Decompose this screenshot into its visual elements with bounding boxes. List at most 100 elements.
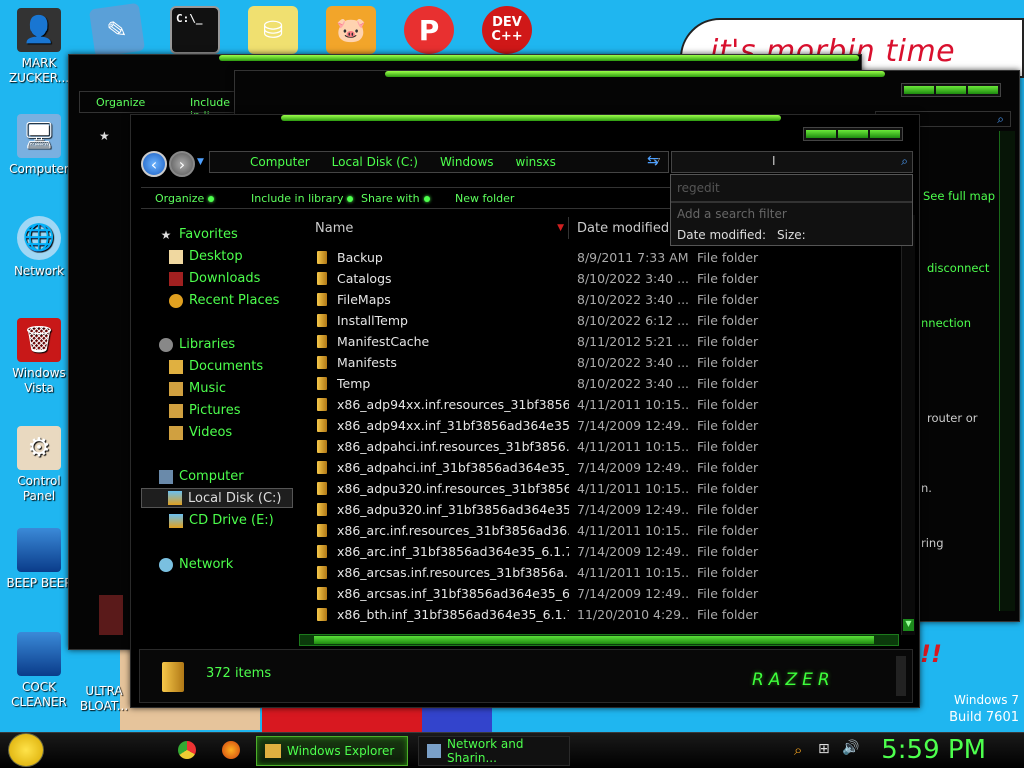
file-row[interactable]: InstallTemp 8/10/2022 6:12 ... File folder: [299, 310, 899, 331]
desktop-icon-control-panel[interactable]: ⚙ Control Panel: [4, 426, 74, 504]
file-row[interactable]: x86_adpahci.inf.resources_31bf3856... 4/1…: [299, 436, 899, 457]
history-dropdown-icon[interactable]: ▼: [197, 157, 204, 167]
file-row[interactable]: Temp 8/10/2022 3:40 ... File folder: [299, 373, 899, 394]
volume-icon[interactable]: 🔊: [842, 740, 859, 756]
blue-file-icon: [17, 632, 61, 676]
vertical-scrollbar[interactable]: ▼: [901, 215, 915, 635]
file-row[interactable]: x86_arcsas.inf.resources_31bf3856a... 4/1…: [299, 562, 899, 583]
nav-computer[interactable]: Computer: [159, 469, 244, 484]
nav-cd-drive[interactable]: CD Drive (E:): [169, 513, 274, 528]
folder-icon: [317, 272, 327, 285]
taskbar-windows-explorer[interactable]: Windows Explorer: [256, 736, 408, 766]
file-row[interactable]: x86_bth.inf_31bf3856ad364e35_6.1.7... 11/…: [299, 604, 899, 625]
search-suggestions-dropdown[interactable]: regedit Add a search filter Date modifie…: [670, 174, 913, 246]
connection-link[interactable]: nnection: [921, 316, 971, 330]
file-date: 8/10/2022 3:40 ...: [577, 292, 689, 307]
breadcrumb-windows[interactable]: Windows: [440, 155, 494, 169]
folder-icon: [317, 503, 327, 516]
file-row[interactable]: FileMaps 8/10/2022 3:40 ... File folder: [299, 289, 899, 310]
file-row[interactable]: x86_adp94xx.inf.resources_31bf3856... 4/1…: [299, 394, 899, 415]
file-row[interactable]: ManifestCache 8/11/2012 5:21 ... File fold…: [299, 331, 899, 352]
breadcrumb-winsxs[interactable]: winsxs: [516, 155, 556, 169]
window-controls[interactable]: [803, 127, 903, 141]
angry-birds-icon[interactable]: 🐷: [326, 6, 376, 54]
forward-arrow-icon[interactable]: ›: [169, 151, 195, 177]
share-with-button[interactable]: Share with: [361, 192, 430, 205]
desktop-icon-beep[interactable]: BEEP BEEP: [4, 528, 74, 591]
file-row[interactable]: x86_arcsas.inf_31bf3856ad364e35_6... 7/14…: [299, 583, 899, 604]
nav-recent-places[interactable]: Recent Places: [169, 293, 279, 308]
drive-icon: [168, 491, 182, 505]
file-row[interactable]: x86_arc.inf.resources_31bf3856ad36... 4/1…: [299, 520, 899, 541]
file-date: 8/10/2022 3:40 ...: [577, 376, 689, 391]
devcpp-icon[interactable]: DEV C++: [482, 6, 532, 54]
notepad-icon[interactable]: ✎: [88, 2, 146, 58]
taskbar: Windows Explorer Network and Sharin... ⌕…: [0, 732, 1024, 768]
organize-button[interactable]: Organize: [96, 96, 145, 109]
back-arrow-icon[interactable]: ‹: [141, 151, 167, 177]
firefox-icon[interactable]: [222, 741, 240, 759]
pictures-icon: [169, 403, 183, 418]
file-row[interactable]: x86_adpu320.inf.resources_31bf3856... 4/1…: [299, 478, 899, 499]
nav-music[interactable]: Music: [169, 381, 226, 396]
breadcrumb-computer[interactable]: Computer: [250, 155, 310, 169]
file-name: x86_arcsas.inf.resources_31bf3856a...: [337, 565, 569, 580]
search-input[interactable]: ⌕ I: [671, 151, 913, 173]
cmd-icon[interactable]: C:\_: [170, 6, 220, 54]
folder-icon: [317, 524, 327, 537]
file-row[interactable]: x86_adpu320.inf_31bf3856ad364e35... 7/14/…: [299, 499, 899, 520]
disconnect-link[interactable]: disconnect: [927, 261, 989, 275]
window-controls[interactable]: [901, 83, 1001, 97]
file-name: ManifestCache: [337, 334, 430, 349]
clock[interactable]: 5:59 PM: [881, 735, 986, 765]
file-row[interactable]: Catalogs 8/10/2022 3:40 ... File folder: [299, 268, 899, 289]
address-bar[interactable]: Computer Local Disk (C:) Windows winsxs …: [209, 151, 669, 173]
nav-documents[interactable]: Documents: [169, 359, 263, 374]
search-suggestion[interactable]: regedit: [677, 181, 720, 195]
file-name: x86_adp94xx.inf_31bf3856ad364e35...: [337, 418, 569, 433]
filter-date-modified[interactable]: Date modified:: [677, 228, 766, 242]
nav-videos[interactable]: Videos: [169, 425, 232, 440]
file-row[interactable]: Manifests 8/10/2022 3:40 ... File folder: [299, 352, 899, 373]
file-date: 11/20/2010 4:29...: [577, 607, 689, 622]
file-row[interactable]: x86_arc.inf_31bf3856ad364e35_6.1.7... 7/1…: [299, 541, 899, 562]
chrome-icon[interactable]: [178, 741, 196, 759]
new-folder-button[interactable]: New folder: [455, 192, 514, 205]
horizontal-scrollbar[interactable]: [299, 634, 899, 646]
desktop-icon-network[interactable]: 🌐 Network: [4, 216, 74, 279]
photoscape-icon[interactable]: P: [404, 6, 454, 54]
breadcrumb-local-disk[interactable]: Local Disk (C:): [332, 155, 418, 169]
search-icon[interactable]: ⌕: [794, 741, 802, 759]
scroll-thumb[interactable]: [314, 636, 874, 644]
nav-network[interactable]: Network: [159, 557, 233, 572]
start-button-icon[interactable]: [8, 733, 44, 767]
scroll-down-arrow-icon[interactable]: ▼: [903, 619, 914, 631]
taskbar-network-sharing[interactable]: Network and Sharin...: [418, 736, 570, 766]
nav-desktop[interactable]: Desktop: [169, 249, 243, 264]
column-header-name[interactable]: Name ▼: [299, 217, 569, 239]
network-tray-icon[interactable]: ⊞: [818, 741, 830, 757]
file-row[interactable]: x86_adpahci.inf_31bf3856ad364e35_... 7/14…: [299, 457, 899, 478]
file-row[interactable]: Backup 8/9/2011 7:33 AM File folder: [299, 247, 899, 268]
file-row[interactable]: x86_adp94xx.inf_31bf3856ad364e35... 7/14/…: [299, 415, 899, 436]
desktop-icon-cleaner[interactable]: COCK CLEANER: [4, 632, 74, 710]
nav-favorites[interactable]: ★ Favorites: [159, 227, 238, 242]
drive-icon[interactable]: ⛁: [248, 6, 298, 54]
desktop-icon-recycle-bin[interactable]: 🗑 Windows Vista: [4, 318, 74, 396]
desktop-icon-ultra[interactable]: ULTRA BLOAT...: [74, 684, 134, 714]
filter-size[interactable]: Size:: [777, 228, 806, 242]
razer-logo: RAZER: [752, 670, 835, 690]
nav-downloads[interactable]: Downloads: [169, 271, 260, 286]
nav-local-disk[interactable]: Local Disk (C:): [141, 488, 293, 508]
see-full-map-link[interactable]: See full map: [923, 189, 995, 203]
organize-button[interactable]: Organize: [155, 192, 215, 205]
file-date: 4/11/2011 10:15...: [577, 397, 689, 412]
nav-libraries[interactable]: Libraries: [159, 337, 235, 352]
scrollbar[interactable]: [999, 131, 1015, 611]
refresh-icon[interactable]: ⇆: [647, 153, 659, 169]
include-in-library-button[interactable]: Include in library: [251, 192, 354, 205]
nav-pictures[interactable]: Pictures: [169, 403, 240, 418]
folder-icon: [317, 587, 327, 600]
desktop-icon-computer[interactable]: 🖥 Computer: [4, 114, 74, 177]
desktop-icon-mark[interactable]: 👤 MARK ZUCKER...: [4, 8, 74, 86]
